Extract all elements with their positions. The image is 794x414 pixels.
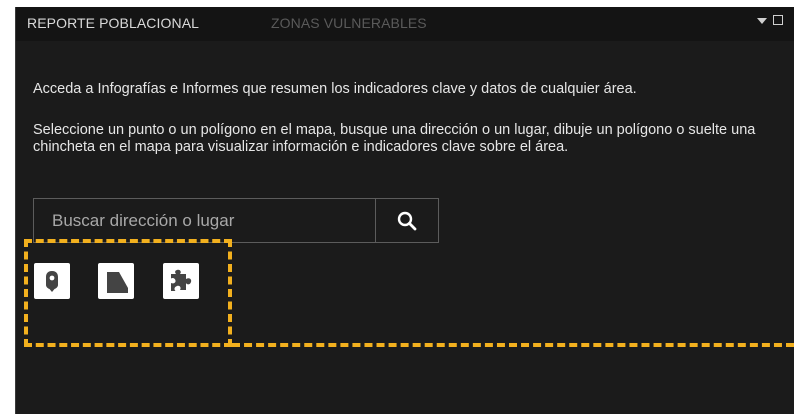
search-icon: [397, 211, 417, 231]
instructions-text: Seleccione un punto o un polígono en el …: [33, 122, 756, 155]
highlight-box: [24, 239, 232, 347]
tab-reporte-poblacional[interactable]: REPORTE POBLACIONAL: [27, 15, 199, 31]
search-box: [33, 198, 439, 243]
highlight-line: [232, 343, 794, 347]
search-button[interactable]: [375, 199, 438, 242]
caret-down-icon[interactable]: [757, 18, 767, 24]
panel-header: REPORTE POBLACIONAL ZONAS VULNERABLES: [16, 7, 794, 41]
search-input[interactable]: [34, 199, 374, 242]
tab-zonas-vulnerables[interactable]: ZONAS VULNERABLES: [271, 15, 427, 31]
infographics-panel: REPORTE POBLACIONAL ZONAS VULNERABLES Ac…: [15, 7, 794, 414]
intro-text: Acceda a Infografías e Informes que resu…: [33, 81, 637, 97]
maximize-icon[interactable]: [773, 15, 783, 25]
